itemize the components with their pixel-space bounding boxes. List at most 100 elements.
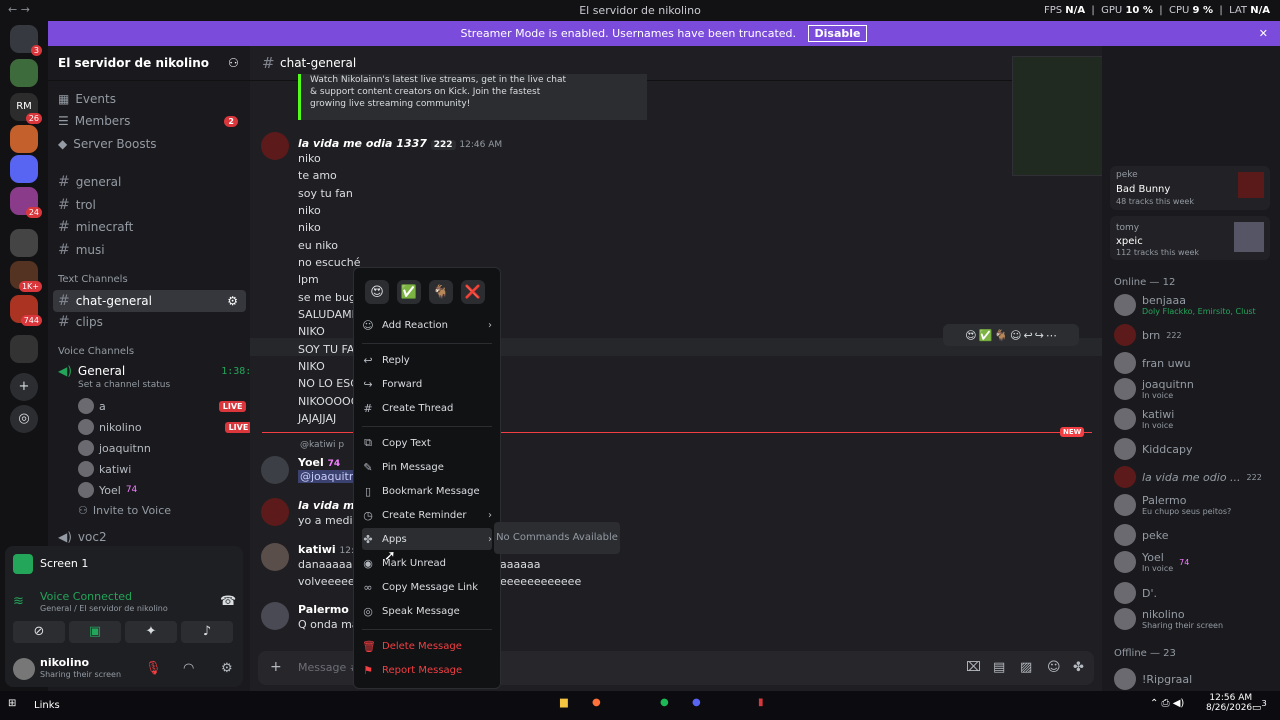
avatar[interactable] — [261, 602, 289, 630]
user-name[interactable]: nikolino — [40, 656, 89, 669]
forward-item[interactable]: ↪ Forward — [362, 373, 492, 395]
spotify-icon[interactable]: ● — [660, 697, 669, 708]
server-icon[interactable] — [10, 229, 38, 257]
avatar[interactable] — [261, 132, 289, 160]
member-item[interactable]: D'. — [1114, 582, 1157, 604]
text-channels-category[interactable]: Text Channels — [58, 274, 128, 285]
voice-channel-general[interactable]: ◀) General 1:38:08 — [58, 364, 263, 378]
settings-icon[interactable]: ⚙ — [227, 294, 238, 308]
bookmark-message-item[interactable]: ▯ Bookmark Message — [362, 480, 492, 502]
voice-channel-voc2[interactable]: ◀) voc2 — [58, 530, 107, 544]
report-message-item[interactable]: ⚑ Report Message — [362, 659, 492, 681]
links-toolbar[interactable]: Links — [34, 700, 60, 711]
voice-channels-category[interactable]: Voice Channels — [58, 346, 134, 357]
channel-musi[interactable]: # musi — [58, 242, 105, 258]
close-icon[interactable]: ✕ — [1259, 21, 1268, 46]
member-item[interactable]: brn 222 — [1114, 324, 1182, 346]
create-thread-item[interactable]: # Create Thread — [362, 397, 492, 419]
gift-icon[interactable]: ⌧ — [966, 660, 981, 675]
reaction-check-icon[interactable]: ✅ — [979, 329, 993, 342]
avatar[interactable] — [261, 498, 289, 526]
server-icon[interactable]: 24 — [10, 187, 42, 218]
member-item[interactable]: benjaaa Doly Flackko, Emirsito, Clust — [1114, 294, 1256, 316]
mark-unread-item[interactable]: ◉ Mark Unread — [362, 552, 492, 574]
member-item[interactable]: katiwi In voice — [1114, 408, 1174, 430]
server-icon[interactable]: 1K+ — [10, 261, 42, 292]
member-item[interactable]: Kiddcapy — [1114, 438, 1193, 460]
member-item[interactable]: la vida me odio ... 222 — [1114, 466, 1262, 488]
server-icon[interactable] — [10, 125, 38, 153]
firefox-icon[interactable]: ● — [592, 697, 601, 708]
activity-card[interactable]: tomy xpeic 112 tracks this week — [1110, 216, 1270, 260]
forward-icon[interactable]: ↪ — [1035, 329, 1044, 342]
member-item[interactable]: !Ripgraal — [1114, 668, 1192, 690]
channel-status[interactable]: Set a channel status — [78, 380, 170, 390]
server-icon[interactable] — [10, 335, 38, 363]
windows-start-icon[interactable]: ⊞ — [8, 698, 16, 709]
channel-clips[interactable]: # clips — [58, 314, 103, 330]
reaction-heart-eyes-icon[interactable]: 😍 — [965, 329, 976, 342]
file-explorer-icon[interactable]: ▆ — [560, 697, 568, 708]
settings-icon[interactable]: ⚙ — [221, 661, 233, 676]
disable-streamer-mode-button[interactable]: Disable — [807, 25, 868, 42]
activity-card[interactable]: peke Bad Bunny 48 tracks this week — [1110, 166, 1270, 210]
message-author[interactable]: Yoel 74 — [298, 456, 340, 469]
disconnect-icon[interactable]: ☎ — [220, 594, 236, 609]
discover-icon[interactable]: ◎ — [10, 405, 38, 433]
add-server-icon[interactable]: + — [10, 373, 38, 401]
reaction-goat-icon[interactable]: 🐐 — [994, 329, 1008, 342]
member-item[interactable]: Yoel In voice 74 — [1114, 551, 1189, 573]
add-attachment-icon[interactable]: + — [270, 659, 282, 675]
screen-share-button[interactable]: ▣ — [69, 621, 121, 643]
member-item[interactable]: fran uwu — [1114, 352, 1191, 374]
add-reaction-icon[interactable]: ☺ — [1010, 329, 1021, 342]
copy-message-link-item[interactable]: ∞ Copy Message Link — [362, 576, 492, 598]
discord-icon[interactable]: ● — [692, 697, 701, 708]
pin-message-item[interactable]: ✎ Pin Message — [362, 456, 492, 478]
mute-icon[interactable]: 🎙 — [145, 661, 162, 676]
tray-icons[interactable]: ⌃ ⎙ ◀) — [1150, 698, 1184, 709]
invite-icon[interactable]: ⚇ — [228, 56, 239, 70]
voice-user[interactable]: Yoel 74 — [78, 482, 137, 498]
more-icon[interactable]: ⋯ — [1046, 329, 1057, 342]
reply-icon[interactable]: ↩ — [1023, 329, 1032, 342]
reply-reference[interactable]: @katiwi p — [300, 440, 344, 450]
avatar[interactable] — [261, 456, 289, 484]
channel-general[interactable]: # general — [58, 174, 121, 190]
message-author[interactable]: la vida me odia 1337 222 12:46 AM — [298, 137, 502, 150]
quick-reaction-heart-eyes[interactable]: 😍 — [365, 280, 389, 304]
voice-user[interactable]: katiwi — [78, 461, 131, 477]
voice-connected-status[interactable]: Voice Connected — [40, 590, 132, 603]
headphones-icon[interactable]: ◠ — [183, 661, 194, 676]
camera-button[interactable]: ⊘ — [13, 621, 65, 643]
sticker-icon[interactable]: ▨ — [1020, 660, 1032, 675]
channel-minecraft[interactable]: # minecraft — [58, 219, 133, 235]
gif-icon[interactable]: ▤ — [993, 660, 1005, 675]
member-item[interactable]: peke — [1114, 524, 1169, 546]
create-reminder-item[interactable]: ◷ Create Reminder › — [362, 504, 492, 526]
activities-button[interactable]: ✦ — [125, 621, 177, 643]
apps-icon[interactable]: ✤ — [1073, 660, 1084, 675]
server-icon-active[interactable] — [10, 155, 38, 183]
emoji-icon[interactable]: ☺ — [1047, 660, 1061, 675]
voice-location[interactable]: General / El servidor de nikolino — [40, 604, 168, 613]
avatar[interactable] — [261, 543, 289, 571]
server-icon[interactable] — [10, 59, 38, 87]
channel-chat-general[interactable]: # chat-general ⚙ — [53, 290, 246, 312]
voice-user[interactable]: a LIVE — [78, 398, 247, 414]
member-item[interactable]: Palermo Eu chupo seus peitos? — [1114, 494, 1231, 516]
app-icon[interactable]: ▮ — [758, 697, 764, 708]
clock[interactable]: 12:56 AM 8/26/2026 — [1206, 693, 1252, 713]
server-icon[interactable]: RM 26 — [10, 93, 42, 124]
member-item[interactable]: joaquitnn In voice — [1114, 378, 1194, 400]
server-header[interactable]: El servidor de nikolino ⚇ — [48, 46, 250, 81]
add-reaction-item[interactable]: ☺ Add Reaction › — [362, 314, 492, 336]
events-item[interactable]: ▦ Events — [58, 92, 116, 106]
delete-message-item[interactable]: 🗑 Delete Message — [362, 635, 492, 657]
notification-icon[interactable]: ▭3 — [1252, 698, 1267, 713]
server-boosts-item[interactable]: ◆ Server Boosts — [58, 137, 157, 151]
speak-message-item[interactable]: ◎ Speak Message — [362, 600, 492, 622]
apps-item[interactable]: ✤ Apps › — [362, 528, 492, 550]
quick-reaction-check[interactable]: ✅ — [397, 280, 421, 304]
avatar[interactable] — [13, 658, 35, 680]
